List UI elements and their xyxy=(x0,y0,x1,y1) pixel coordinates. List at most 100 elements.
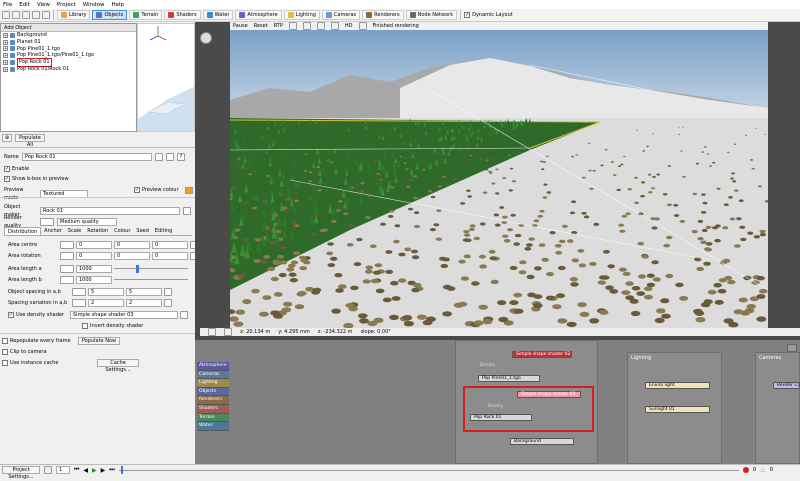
area-centre-x[interactable]: 0 xyxy=(76,241,112,249)
toolbar-tab-terrain[interactable]: Terrain xyxy=(129,10,163,20)
tab-editing[interactable]: Editing xyxy=(152,227,175,235)
populate-all-button[interactable]: Populate All xyxy=(15,134,45,148)
spacing-variation-mode-icon[interactable] xyxy=(72,299,86,307)
area-centre-mode-icon[interactable] xyxy=(60,241,74,249)
edit-icon[interactable] xyxy=(155,153,163,161)
toolbar-tab-lighting[interactable]: Lighting xyxy=(283,10,320,20)
tab-colour[interactable]: Colour xyxy=(111,227,133,235)
tab-rotation[interactable]: Rotation xyxy=(84,227,111,235)
object-list-item[interactable]: + Planet 01 xyxy=(1,39,136,46)
prev-frame-icon[interactable]: ◀ xyxy=(83,467,88,474)
toolbar-tab-cameras[interactable]: Cameras xyxy=(321,10,361,20)
area-length-a-slider[interactable] xyxy=(114,265,188,273)
name-input[interactable]: Pop Rock 01 xyxy=(22,153,152,161)
last-frame-icon[interactable]: ⏭ xyxy=(109,466,114,474)
use-density-shader-checkbox[interactable]: ✓ xyxy=(8,312,14,318)
spacing-variation-b[interactable]: 2 xyxy=(126,299,162,307)
reset-button[interactable]: Reset xyxy=(254,23,268,29)
area-length-a-mode-icon[interactable] xyxy=(60,265,74,273)
play-icon[interactable]: ▶ xyxy=(92,467,97,474)
area-length-a-input[interactable]: 1000 xyxy=(76,265,112,273)
error-icon[interactable] xyxy=(742,467,749,473)
invert-density-checkbox[interactable] xyxy=(82,323,88,329)
object-spacing-mode-icon[interactable] xyxy=(72,288,86,296)
object-list-item[interactable]: + Background xyxy=(1,32,136,39)
node-tab-terrain[interactable]: Terrain xyxy=(197,413,229,423)
node-enviro-light[interactable]: Enviro light xyxy=(645,382,710,389)
help-icon[interactable]: ? xyxy=(177,153,185,161)
instance-cache-checkbox[interactable] xyxy=(2,360,8,366)
node-background[interactable]: Background xyxy=(510,438,574,445)
show-bbox-checkbox[interactable]: ✓ xyxy=(4,176,10,182)
node-simple-shape-shader-02[interactable]: Simple shape shader 02 xyxy=(512,351,572,358)
node-tab-atmosphere[interactable]: Atmosphere xyxy=(197,362,229,371)
object-maker-add-icon[interactable] xyxy=(183,207,191,215)
node-icon[interactable] xyxy=(166,153,174,161)
view-icon[interactable] xyxy=(42,11,50,19)
new-project-icon[interactable] xyxy=(2,11,10,19)
area-length-b-slider[interactable] xyxy=(114,276,188,284)
area-rotation-y[interactable]: 0 xyxy=(114,252,150,260)
node-tab-cameras[interactable]: Cameras xyxy=(197,370,229,380)
hd-button[interactable]: HD xyxy=(345,23,353,29)
first-frame-icon[interactable]: ⏮ xyxy=(74,466,79,474)
node-simple-shape-shader-03[interactable]: Simple shape shader 03 xyxy=(517,391,581,398)
object-spacing-a[interactable]: 5 xyxy=(88,288,124,296)
menu-edit[interactable]: Edit xyxy=(19,2,30,8)
spacing-variation-add-icon[interactable] xyxy=(164,299,172,307)
object-spacing-b[interactable]: 5 xyxy=(126,288,162,296)
timeline-slider[interactable] xyxy=(118,466,739,474)
timeline-mode-icon[interactable] xyxy=(44,466,52,474)
open-project-icon[interactable] xyxy=(12,11,20,19)
preview-colour-row[interactable]: ✓ Preview colour xyxy=(134,186,193,194)
toolbar-tab-node-network[interactable]: Node Network xyxy=(405,10,458,20)
crop-icon[interactable] xyxy=(358,22,367,30)
node-pop-pine[interactable]: Pop Pine01_1.tgo xyxy=(478,375,540,382)
expand-icon[interactable]: + xyxy=(3,60,8,66)
add-object-button[interactable]: Add Object xyxy=(1,24,136,32)
density-shader-input[interactable]: Simple shape shader 03 xyxy=(70,311,178,319)
preview-colour-checkbox[interactable]: ✓ xyxy=(134,187,140,193)
display-mode-icon[interactable] xyxy=(302,22,311,30)
area-centre-y[interactable]: 0 xyxy=(114,241,150,249)
populate-now-button[interactable]: Populate Now xyxy=(78,337,120,345)
toolbar-tab-objects[interactable]: Objects xyxy=(92,10,128,20)
render-quality-mode-icon[interactable] xyxy=(40,218,54,226)
spacing-variation-a[interactable]: 2 xyxy=(88,299,124,307)
node-tab-water[interactable]: Water xyxy=(197,422,229,431)
node-render-camera[interactable]: Render Ca xyxy=(773,382,800,389)
menu-project[interactable]: Project xyxy=(57,2,76,8)
save-project-icon[interactable] xyxy=(22,11,30,19)
toolbar-tab-water[interactable]: Water xyxy=(202,10,234,20)
object-list-item[interactable]: + Pop Rock 01 xyxy=(1,58,136,67)
render-icon[interactable] xyxy=(32,11,40,19)
tab-anchor[interactable]: Anchor xyxy=(41,227,65,235)
cache-settings-button[interactable]: Cache Settings... xyxy=(97,359,139,373)
area-rotation-z[interactable]: 0 xyxy=(152,252,188,260)
grid-icon[interactable] xyxy=(208,328,216,336)
area-centre-z[interactable]: 0 xyxy=(152,241,188,249)
toolbar-tab-shaders[interactable]: Shaders xyxy=(164,10,201,20)
tab-seed[interactable]: Seed xyxy=(133,227,152,235)
frame-input[interactable]: 1 xyxy=(56,466,70,474)
area-length-b-input[interactable]: 1000 xyxy=(76,276,112,284)
camera-view-icon[interactable] xyxy=(316,22,325,30)
object-spacing-add-icon[interactable] xyxy=(164,288,172,296)
compass-icon[interactable] xyxy=(200,32,212,44)
dynamic-layout-toggle[interactable]: ✓ Dynamic Layout xyxy=(464,12,513,18)
menu-view[interactable]: View xyxy=(37,2,50,8)
repopulate-checkbox[interactable] xyxy=(2,338,8,344)
node-tab-renderers[interactable]: Renderers xyxy=(197,396,229,405)
node-tab-lighting[interactable]: Lighting xyxy=(197,379,229,388)
show-bbox-row[interactable]: ✓ Show b-box in preview xyxy=(4,175,69,183)
expand-icon[interactable]: + xyxy=(3,32,8,38)
expand-icon[interactable]: + xyxy=(3,66,8,72)
menu-window[interactable]: Window xyxy=(83,2,105,8)
node-graph-options-icon[interactable] xyxy=(787,344,797,352)
node-tab-shaders[interactable]: Shaders xyxy=(197,404,229,414)
density-shader-add-icon[interactable] xyxy=(180,311,188,319)
object-list-item[interactable]: + Pop Pine01_1.tgo xyxy=(1,46,136,53)
area-rotation-x[interactable]: 0 xyxy=(76,252,112,260)
expand-icon[interactable]: + xyxy=(3,39,8,45)
area-length-b-mode-icon[interactable] xyxy=(60,276,74,284)
